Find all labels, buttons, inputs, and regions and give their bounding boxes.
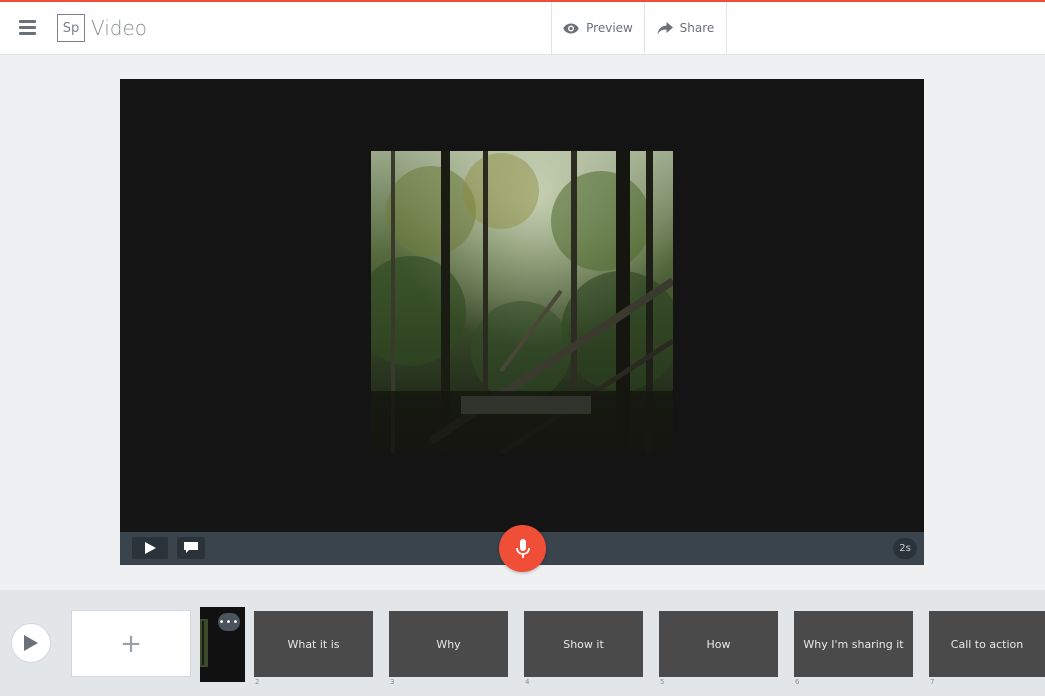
app-logo: Sp Video	[57, 14, 147, 42]
menu-icon[interactable]	[19, 20, 37, 36]
slide-number: 4	[525, 678, 530, 686]
caption-icon	[184, 542, 198, 553]
forest-image	[371, 151, 673, 453]
add-slide-button[interactable]: +	[71, 610, 191, 677]
active-slide-thumbnail[interactable]: •••	[200, 607, 245, 682]
preview-button[interactable]: Preview	[551, 2, 644, 54]
slide-item[interactable]: How	[659, 611, 778, 677]
play-all-button[interactable]	[11, 623, 51, 663]
slide-timeline: + ••• What it is 2 Why 3 Show it 4 How 5…	[0, 590, 1045, 696]
slide-number: 6	[795, 678, 800, 686]
app-header: Sp Video Preview Share	[0, 2, 1045, 55]
play-button[interactable]	[132, 537, 168, 559]
share-button[interactable]: Share	[644, 2, 727, 54]
slide-item[interactable]: Why	[389, 611, 508, 677]
caption-button[interactable]	[177, 537, 205, 559]
logo-name: Video	[91, 16, 148, 40]
eye-icon	[563, 23, 579, 33]
slide-number: 5	[660, 678, 665, 686]
slide-number: 3	[390, 678, 395, 686]
slide-item[interactable]: Why I'm sharing it	[794, 611, 913, 677]
logo-mark: Sp	[57, 14, 85, 42]
play-icon	[144, 542, 156, 554]
share-arrow-icon	[657, 21, 673, 34]
slide-number: 7	[930, 678, 935, 686]
forest-photo[interactable]	[371, 151, 673, 453]
slide-options-button[interactable]: •••	[218, 613, 240, 631]
preview-label: Preview	[586, 21, 633, 35]
record-voice-button[interactable]	[499, 525, 546, 572]
microphone-icon	[515, 538, 530, 558]
slide-item[interactable]: Call to action	[929, 611, 1045, 677]
slide-item[interactable]: What it is	[254, 611, 373, 677]
slide-number: 2	[255, 678, 260, 686]
play-icon	[24, 635, 38, 651]
share-label: Share	[679, 21, 715, 35]
slide-item[interactable]: Show it	[524, 611, 643, 677]
slide-duration-badge[interactable]: 2s	[893, 538, 917, 559]
